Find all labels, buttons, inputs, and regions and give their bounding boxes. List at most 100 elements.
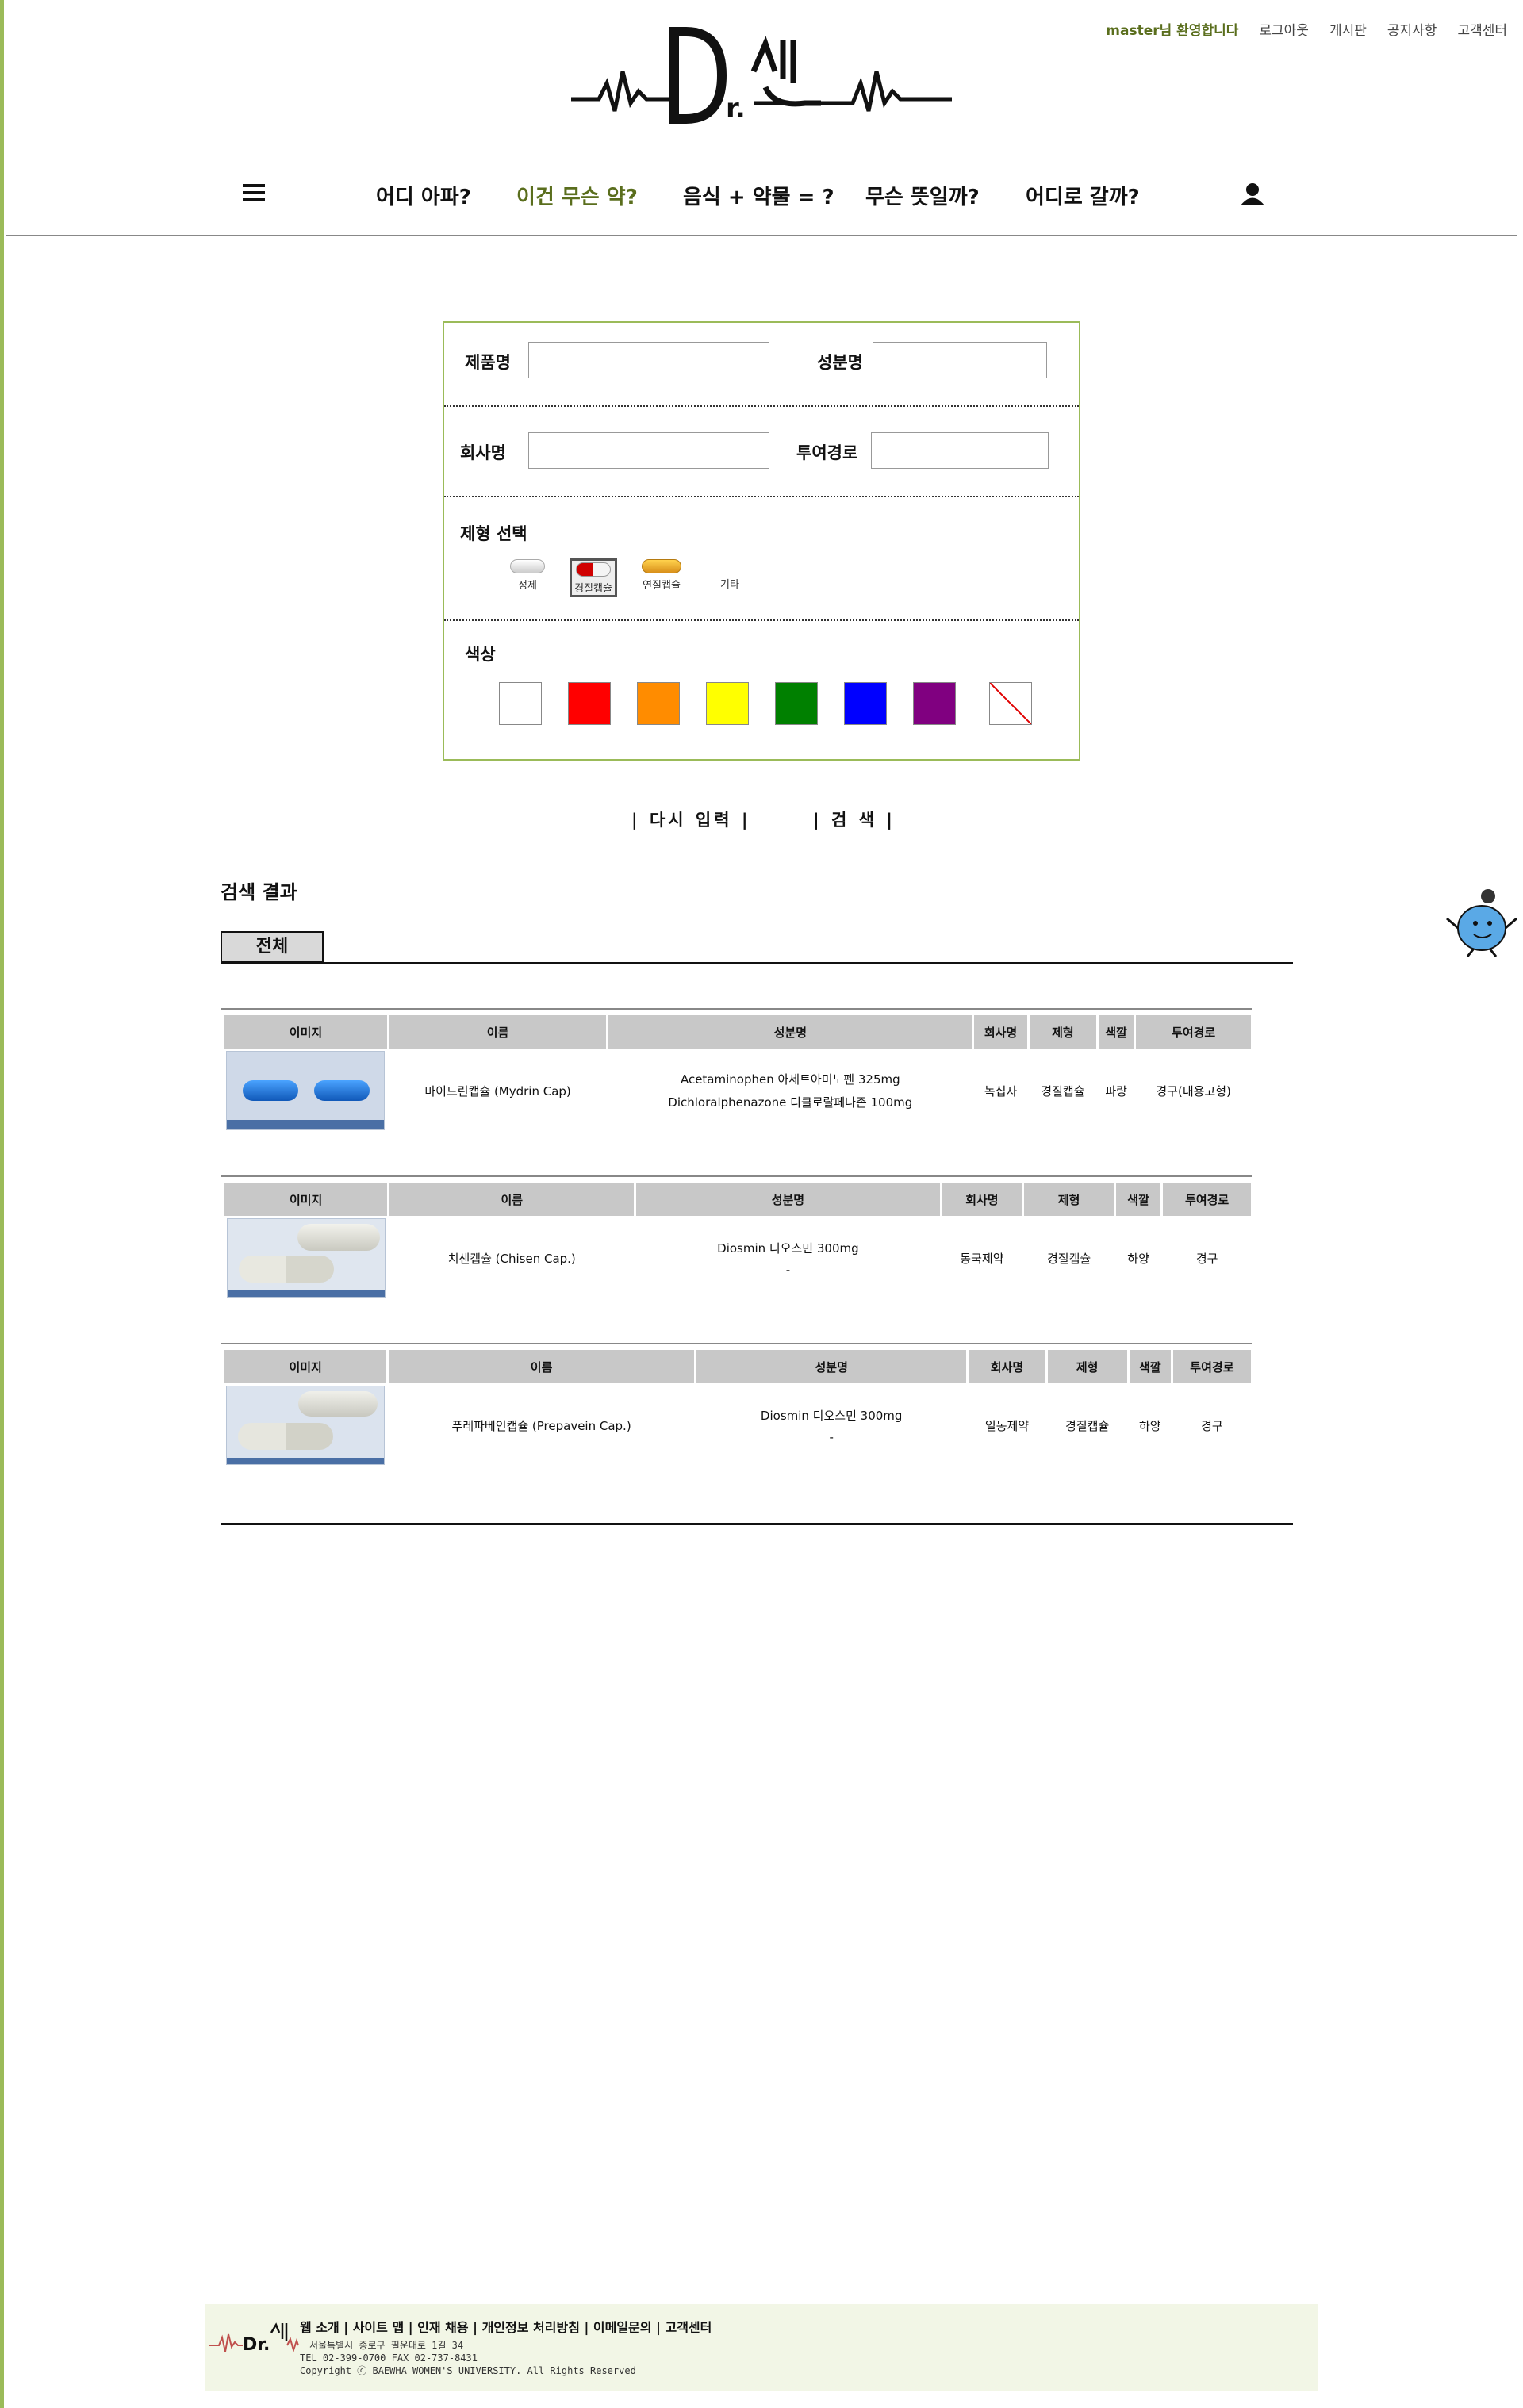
col-name: 이름 [389, 1015, 607, 1049]
col-company: 회사명 [974, 1015, 1027, 1049]
nav-item-drug-identify[interactable]: 이건 무슨 약? [516, 181, 638, 210]
col-form: 제형 [1024, 1183, 1114, 1216]
table-row[interactable]: 치센캡슐 (Chisen Cap.) Diosmin 디오스민 300mg - … [224, 1216, 1251, 1300]
form-divider [444, 496, 1079, 497]
col-company: 회사명 [942, 1183, 1022, 1216]
company-cell: 일동제약 [984, 1418, 1030, 1433]
color-swatch-none[interactable] [989, 682, 1032, 725]
footer-copyright: Copyright ⓒ BAEWHA WOMEN'S UNIVERSITY. A… [300, 2365, 636, 2376]
row-divider [221, 1343, 1252, 1344]
ingredient-line: Acetaminophen 아세트아미노펜 325mg [680, 1072, 900, 1087]
col-ingredient: 성분명 [636, 1183, 940, 1216]
soft-capsule-icon [642, 559, 681, 573]
search-result-title: 검색 결과 [221, 881, 297, 903]
svg-text:Dr.: Dr. [243, 2335, 270, 2355]
nav-item-meaning[interactable]: 무슨 뜻일까? [865, 181, 980, 210]
site-logo[interactable]: r. [567, 24, 956, 127]
company-input[interactable] [528, 432, 769, 469]
route-cell: 경구 [1195, 1251, 1218, 1266]
svg-text:r.: r. [726, 93, 746, 125]
shape-option-tablet[interactable]: 정제 [506, 559, 549, 592]
ingredient-line: Dichloralphenazone 디클로랄페나존 100mg [668, 1095, 913, 1110]
col-route: 투여경로 [1136, 1015, 1251, 1049]
drug-name[interactable]: 치센캡슐 (Chisen Cap.) [389, 1216, 634, 1300]
customer-center-link[interactable]: 고객센터 [1457, 19, 1507, 39]
mascot-icon[interactable] [1442, 887, 1521, 958]
form-cell: 경질캡슐 [1046, 1251, 1091, 1266]
color-swatch-blue[interactable] [844, 682, 887, 725]
shape-option-hard-capsule[interactable]: 경질캡슐 [570, 558, 617, 597]
form-divider [444, 619, 1079, 621]
table-row[interactable]: 푸레파베인캡슐 (Prepavein Cap.) Diosmin 디오스민 30… [224, 1383, 1251, 1467]
reset-button[interactable]: | 다시 입력 | [631, 807, 751, 831]
product-name-input[interactable] [528, 342, 769, 378]
col-color: 색깔 [1099, 1015, 1134, 1049]
footer-address: 서울특별시 종로구 필운대로 1길 34 [309, 2340, 464, 2351]
result-table: 이미지 이름 성분명 회사명 제형 색깔 투여경로 푸레파베인캡슐 (Prepa… [222, 1350, 1253, 1467]
nav-item-symptoms[interactable]: 어디 아파? [376, 181, 471, 210]
top-links: master님 환영합니다 로그아웃 게시판 공지사항 고객센터 [1106, 19, 1507, 39]
color-swatch-purple[interactable] [913, 682, 956, 725]
color-cell: 파랑 [1105, 1083, 1127, 1099]
shape-label: 제형 선택 [460, 524, 527, 543]
footer-links[interactable]: 웹 소개 | 사이트 맵 | 인재 채용 | 개인정보 처리방침 | 이메일문의… [300, 2317, 712, 2336]
pill-image-cell [224, 1383, 386, 1467]
tab-all[interactable]: 전체 [221, 931, 324, 963]
table-row[interactable]: 마이드린캡슐 (Mydrin Cap) Acetaminophen 아세트아미노… [224, 1049, 1251, 1133]
product-name-label: 제품명 [465, 353, 511, 372]
color-swatch-yellow[interactable] [706, 682, 749, 725]
route-input[interactable] [871, 432, 1049, 469]
results-top-rule [221, 962, 1293, 964]
ingredient-line: - [785, 1262, 791, 1277]
shape-option-label: 기타 [720, 579, 739, 591]
user-icon[interactable] [1240, 182, 1265, 206]
shape-option-label: 정제 [518, 580, 537, 592]
ingredient-line: - [829, 1429, 834, 1444]
pill-image[interactable] [226, 1386, 386, 1465]
shape-option-label: 연질캡슐 [643, 580, 681, 592]
col-form: 제형 [1029, 1015, 1097, 1049]
hamburger-menu-icon[interactable] [243, 184, 265, 201]
search-button[interactable]: | 검 색 | [813, 807, 896, 831]
form-divider [444, 405, 1079, 407]
col-company: 회사명 [969, 1350, 1045, 1383]
ingredients-cell: Acetaminophen 아세트아미노펜 325mg Dichloralphe… [608, 1049, 972, 1133]
route-cell: 경구 [1201, 1418, 1223, 1433]
color-swatch-orange[interactable] [637, 682, 680, 725]
board-link[interactable]: 게시판 [1329, 19, 1367, 39]
color-cell: 하양 [1138, 1418, 1161, 1433]
nav-item-where-to-go[interactable]: 어디로 갈까? [1026, 181, 1140, 210]
main-nav: 어디 아파? 이건 무슨 약? 음식 + 약물 = ? 무슨 뜻일까? 어디로 … [0, 167, 1523, 222]
color-swatch-green[interactable] [775, 682, 818, 725]
color-label: 색상 [465, 645, 496, 664]
ingredient-line: Diosmin 디오스민 300mg [717, 1240, 859, 1256]
pill-image[interactable] [226, 1051, 386, 1130]
nav-item-food-drug[interactable]: 음식 + 약물 = ? [683, 181, 834, 210]
hard-capsule-icon [576, 562, 611, 577]
form-cell: 경질캡슐 [1041, 1083, 1085, 1099]
footer: Dr. 웹 소개 | 사이트 맵 | 인재 채용 | 개인정보 처리방침 | 이… [205, 2304, 1318, 2391]
notice-link[interactable]: 공지사항 [1387, 19, 1437, 39]
color-swatch-white[interactable] [499, 682, 542, 725]
logout-link[interactable]: 로그아웃 [1259, 19, 1309, 39]
ingredient-input[interactable] [873, 342, 1047, 378]
col-name: 이름 [389, 1350, 694, 1383]
color-cell: 하양 [1127, 1251, 1149, 1266]
company-label: 회사명 [460, 443, 506, 462]
route-label: 투여경로 [796, 443, 858, 462]
result-table: 이미지 이름 성분명 회사명 제형 색깔 투여경로 치센캡슐 (Chisen C… [222, 1183, 1253, 1300]
pill-image-cell [224, 1216, 387, 1300]
pill-image-cell [224, 1049, 387, 1133]
color-swatch-red[interactable] [568, 682, 611, 725]
shape-option-soft-capsule[interactable]: 연질캡슐 [638, 559, 685, 592]
pill-image[interactable] [226, 1218, 386, 1298]
ingredient-label: 성분명 [817, 353, 863, 372]
company-cell: 동국제약 [960, 1251, 1004, 1266]
col-ingredient: 성분명 [696, 1350, 967, 1383]
welcome-text: master님 환영합니다 [1106, 23, 1239, 39]
drug-name[interactable]: 푸레파베인캡슐 (Prepavein Cap.) [389, 1383, 694, 1467]
drug-name[interactable]: 마이드린캡슐 (Mydrin Cap) [389, 1049, 606, 1133]
header-divider [6, 235, 1517, 236]
col-image: 이미지 [224, 1183, 388, 1216]
shape-option-other[interactable]: 기타 [714, 576, 746, 591]
